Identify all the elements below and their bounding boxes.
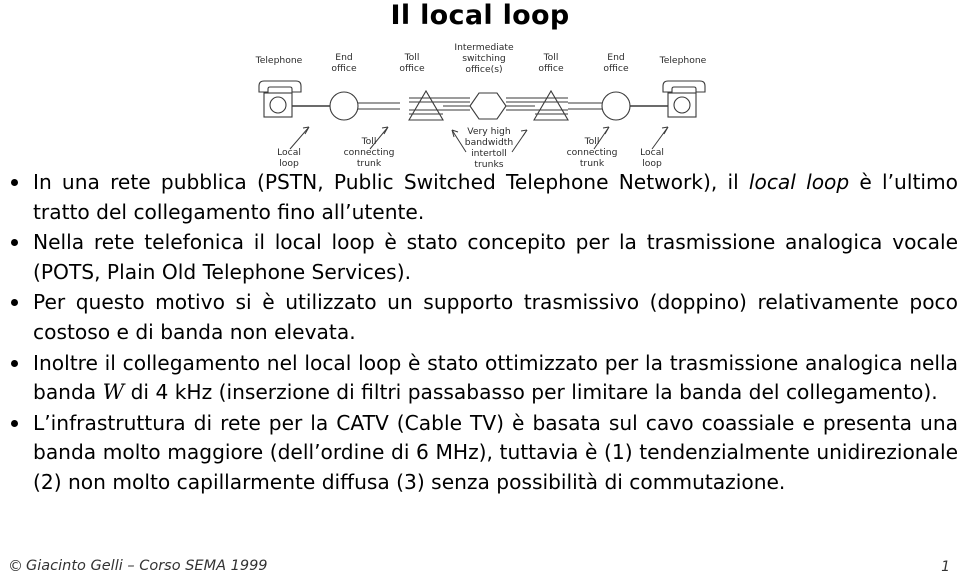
label-intertoll-1: Very high [467,126,511,137]
plain-text: Per questo motivo si è utilizzato un sup… [33,290,958,344]
list-item: L’infrastruttura di rete per la CATV (Ca… [0,409,960,498]
label-intermediate-2: switching [462,53,506,64]
emphasis-text: local loop [748,170,850,194]
label-local-loop-right-1: Local [640,147,664,158]
bullet-dot-icon [11,299,18,307]
label-intertoll-3: intertoll [471,148,507,159]
bullet-dot-icon [11,239,18,247]
page-number: 1 [941,559,950,575]
telephone-left-icon [258,80,302,118]
label-intertoll-2: bandwidth [465,137,514,148]
plain-text: Nella rete telefonica il local loop è st… [33,230,958,284]
label-local-loop-left-1: Local [277,147,301,158]
toll-office-left-symbol [408,89,444,121]
footer-credit: © Giacinto Gelli – Corso SEMA 1999 [8,557,268,575]
list-item: In una rete pubblica (PSTN, Public Switc… [0,168,960,227]
bullet-dot-icon [11,359,18,367]
toll-office-right-symbol [533,89,569,121]
label-toll-trunk-right-2: connecting [567,147,618,158]
footer-credit-text: Giacinto Gelli – Corso SEMA 1999 [26,558,268,574]
bullet-text-catv: L’infrastruttura di rete per la CATV (Ca… [33,409,960,498]
label-toll-office-right-1: Toll [543,52,559,63]
label-intermediate-3: office(s) [465,64,502,75]
list-item: Nella rete telefonica il local loop è st… [0,228,960,287]
label-toll-office-right-2: office [538,63,564,74]
label-end-office-right-2: office [603,63,629,74]
bullet-text-doppino: Per questo motivo si è utilizzato un sup… [33,288,960,347]
label-end-office-left-2: office [331,63,357,74]
label-toll-office-left-1: Toll [404,52,420,63]
bullet-dot-icon [11,179,18,186]
label-intermediate-1: Intermediate [454,42,514,53]
end-office-right-symbol [601,91,631,121]
label-telephone-left: Telephone [255,55,303,66]
label-end-office-right-1: End [607,52,624,63]
bullet-text-banda-w: Inoltre il collegamento nel local loop è… [33,349,960,408]
label-toll-trunk-left-1: Toll [361,136,377,147]
diagram-canvas: Telephone End office Toll office Interme… [255,42,707,170]
diagram-top-labels: Telephone End office Toll office Interme… [255,42,707,75]
list-item: Inoltre il collegamento nel local loop è… [0,349,960,408]
math-variable: W [102,380,125,405]
bullet-text-pstn: In una rete pubblica (PSTN, Public Switc… [33,168,960,227]
pstn-hierarchy-diagram: Telephone End office Toll office Interme… [0,42,960,172]
label-toll-trunk-right-1: Toll [584,136,600,147]
page-title: Il local loop [390,0,570,31]
bullet-text-pots: Nella rete telefonica il local loop è st… [33,228,960,287]
label-telephone-right: Telephone [659,55,707,66]
label-toll-trunk-left-2: connecting [344,147,395,158]
bullet-list: In una rete pubblica (PSTN, Public Switc… [0,168,960,499]
end-office-left-symbol [329,91,359,121]
bullet-dot-icon [11,419,18,427]
footer: © Giacinto Gelli – Corso SEMA 1999 1 [0,557,960,587]
label-toll-office-left-2: office [399,63,425,74]
plain-text: di 4 kHz (inserzione di filtri passabass… [124,380,938,405]
label-end-office-left-1: End [335,52,352,63]
intermediate-switching-office-symbol [469,92,507,120]
plain-text: In una rete pubblica (PSTN, Public Switc… [33,170,749,194]
list-item: Per questo motivo si è utilizzato un sup… [0,288,960,347]
copyright-icon: © [8,557,23,575]
plain-text: L’infrastruttura di rete per la CATV (Ca… [33,410,958,494]
telephone-right-icon [662,80,706,118]
